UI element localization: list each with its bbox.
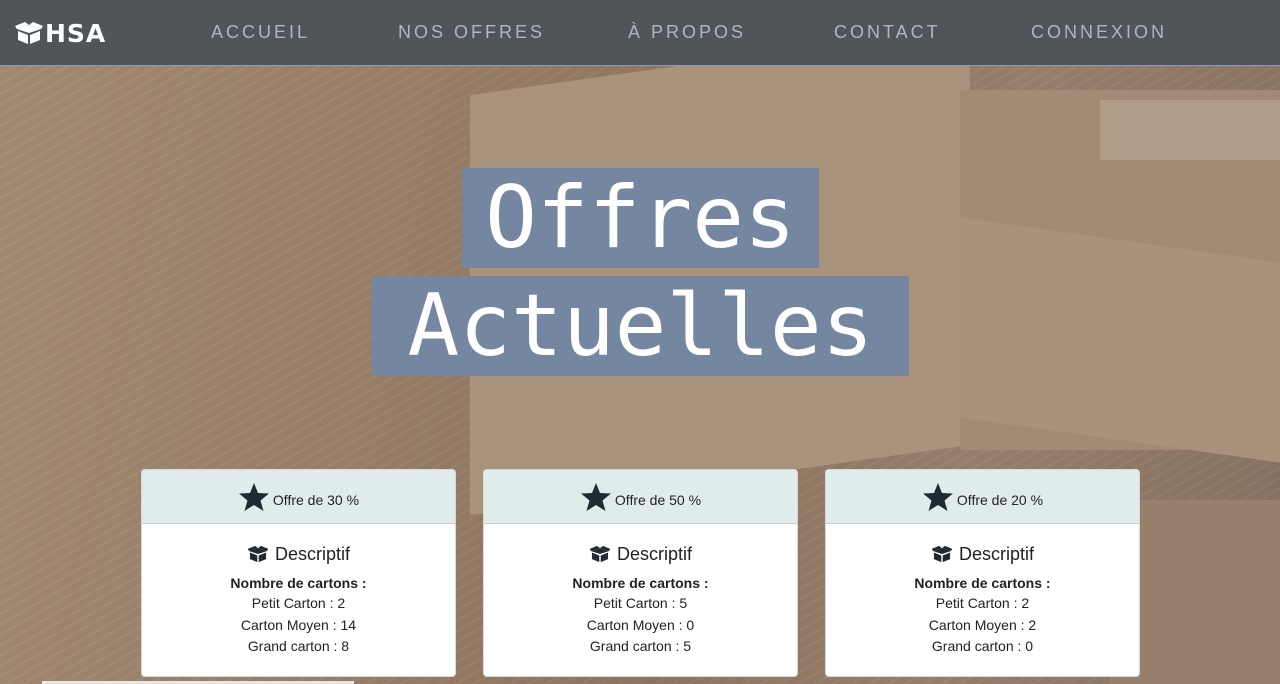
offer-title: Offre de 50 % — [614, 491, 702, 508]
medium-box-count: Carton Moyen : 0 — [586, 616, 695, 633]
offer-title: Offre de 20 % — [956, 491, 1044, 508]
box-open-icon — [931, 545, 953, 563]
small-box-count: Petit Carton : 5 — [593, 595, 688, 611]
box-open-icon — [589, 545, 611, 563]
nav-item-contact[interactable]: CONTACT — [834, 22, 941, 43]
brand-name: HSA — [45, 18, 107, 48]
small-box-count: Petit Carton : 2 — [935, 595, 1030, 611]
description-title: Descriptif — [958, 543, 1034, 564]
navbar: HSA ACCUEIL NOS OFFRES À PROPOS CONTACT … — [0, 0, 1280, 66]
offer-card-header: Offre de 30 % — [142, 470, 455, 524]
box-count-label: Nombre de cartons : — [914, 575, 1051, 591]
star-icon — [238, 482, 269, 511]
page-title-line2: Actuelles — [372, 276, 909, 376]
offer-card-body: Descriptif Nombre de cartons : Petit Car… — [484, 524, 797, 658]
box-count-label: Nombre de cartons : — [230, 575, 367, 591]
brand-logo[interactable]: HSA — [14, 18, 106, 48]
small-box-count: Petit Carton : 2 — [251, 595, 346, 611]
large-box-count: Grand carton : 5 — [589, 638, 692, 654]
star-icon — [580, 482, 611, 511]
offer-card-body: Descriptif Nombre de cartons : Petit Car… — [826, 524, 1139, 658]
offer-card: Offre de 30 % Descriptif Nombre de carto… — [141, 469, 456, 677]
offer-card-body: Descriptif Nombre de cartons : Petit Car… — [142, 524, 455, 658]
medium-box-count: Carton Moyen : 14 — [240, 616, 357, 633]
large-box-count: Grand carton : 0 — [931, 638, 1034, 654]
box-count-label: Nombre de cartons : — [572, 575, 709, 591]
description-title: Descriptif — [274, 543, 350, 564]
star-icon — [922, 482, 953, 511]
offer-card-header: Offre de 50 % — [484, 470, 797, 524]
box-open-icon — [15, 22, 43, 44]
large-box-count: Grand carton : 8 — [247, 638, 350, 654]
description-title: Descriptif — [616, 543, 692, 564]
medium-box-count: Carton Moyen : 2 — [928, 616, 1037, 633]
nav-item-accueil[interactable]: ACCUEIL — [211, 22, 310, 43]
offer-card-header: Offre de 20 % — [826, 470, 1139, 524]
nav-item-nos-offres[interactable]: NOS OFFRES — [398, 22, 545, 43]
offer-card: Offre de 50 % Descriptif Nombre de carto… — [483, 469, 798, 677]
nav-item-a-propos[interactable]: À PROPOS — [628, 22, 746, 43]
offer-title: Offre de 30 % — [272, 491, 360, 508]
box-open-icon — [247, 545, 269, 563]
nav-item-connexion[interactable]: CONNEXION — [1031, 22, 1167, 43]
page-title-line1: Offres — [462, 168, 819, 268]
offer-card: Offre de 20 % Descriptif Nombre de carto… — [825, 469, 1140, 677]
